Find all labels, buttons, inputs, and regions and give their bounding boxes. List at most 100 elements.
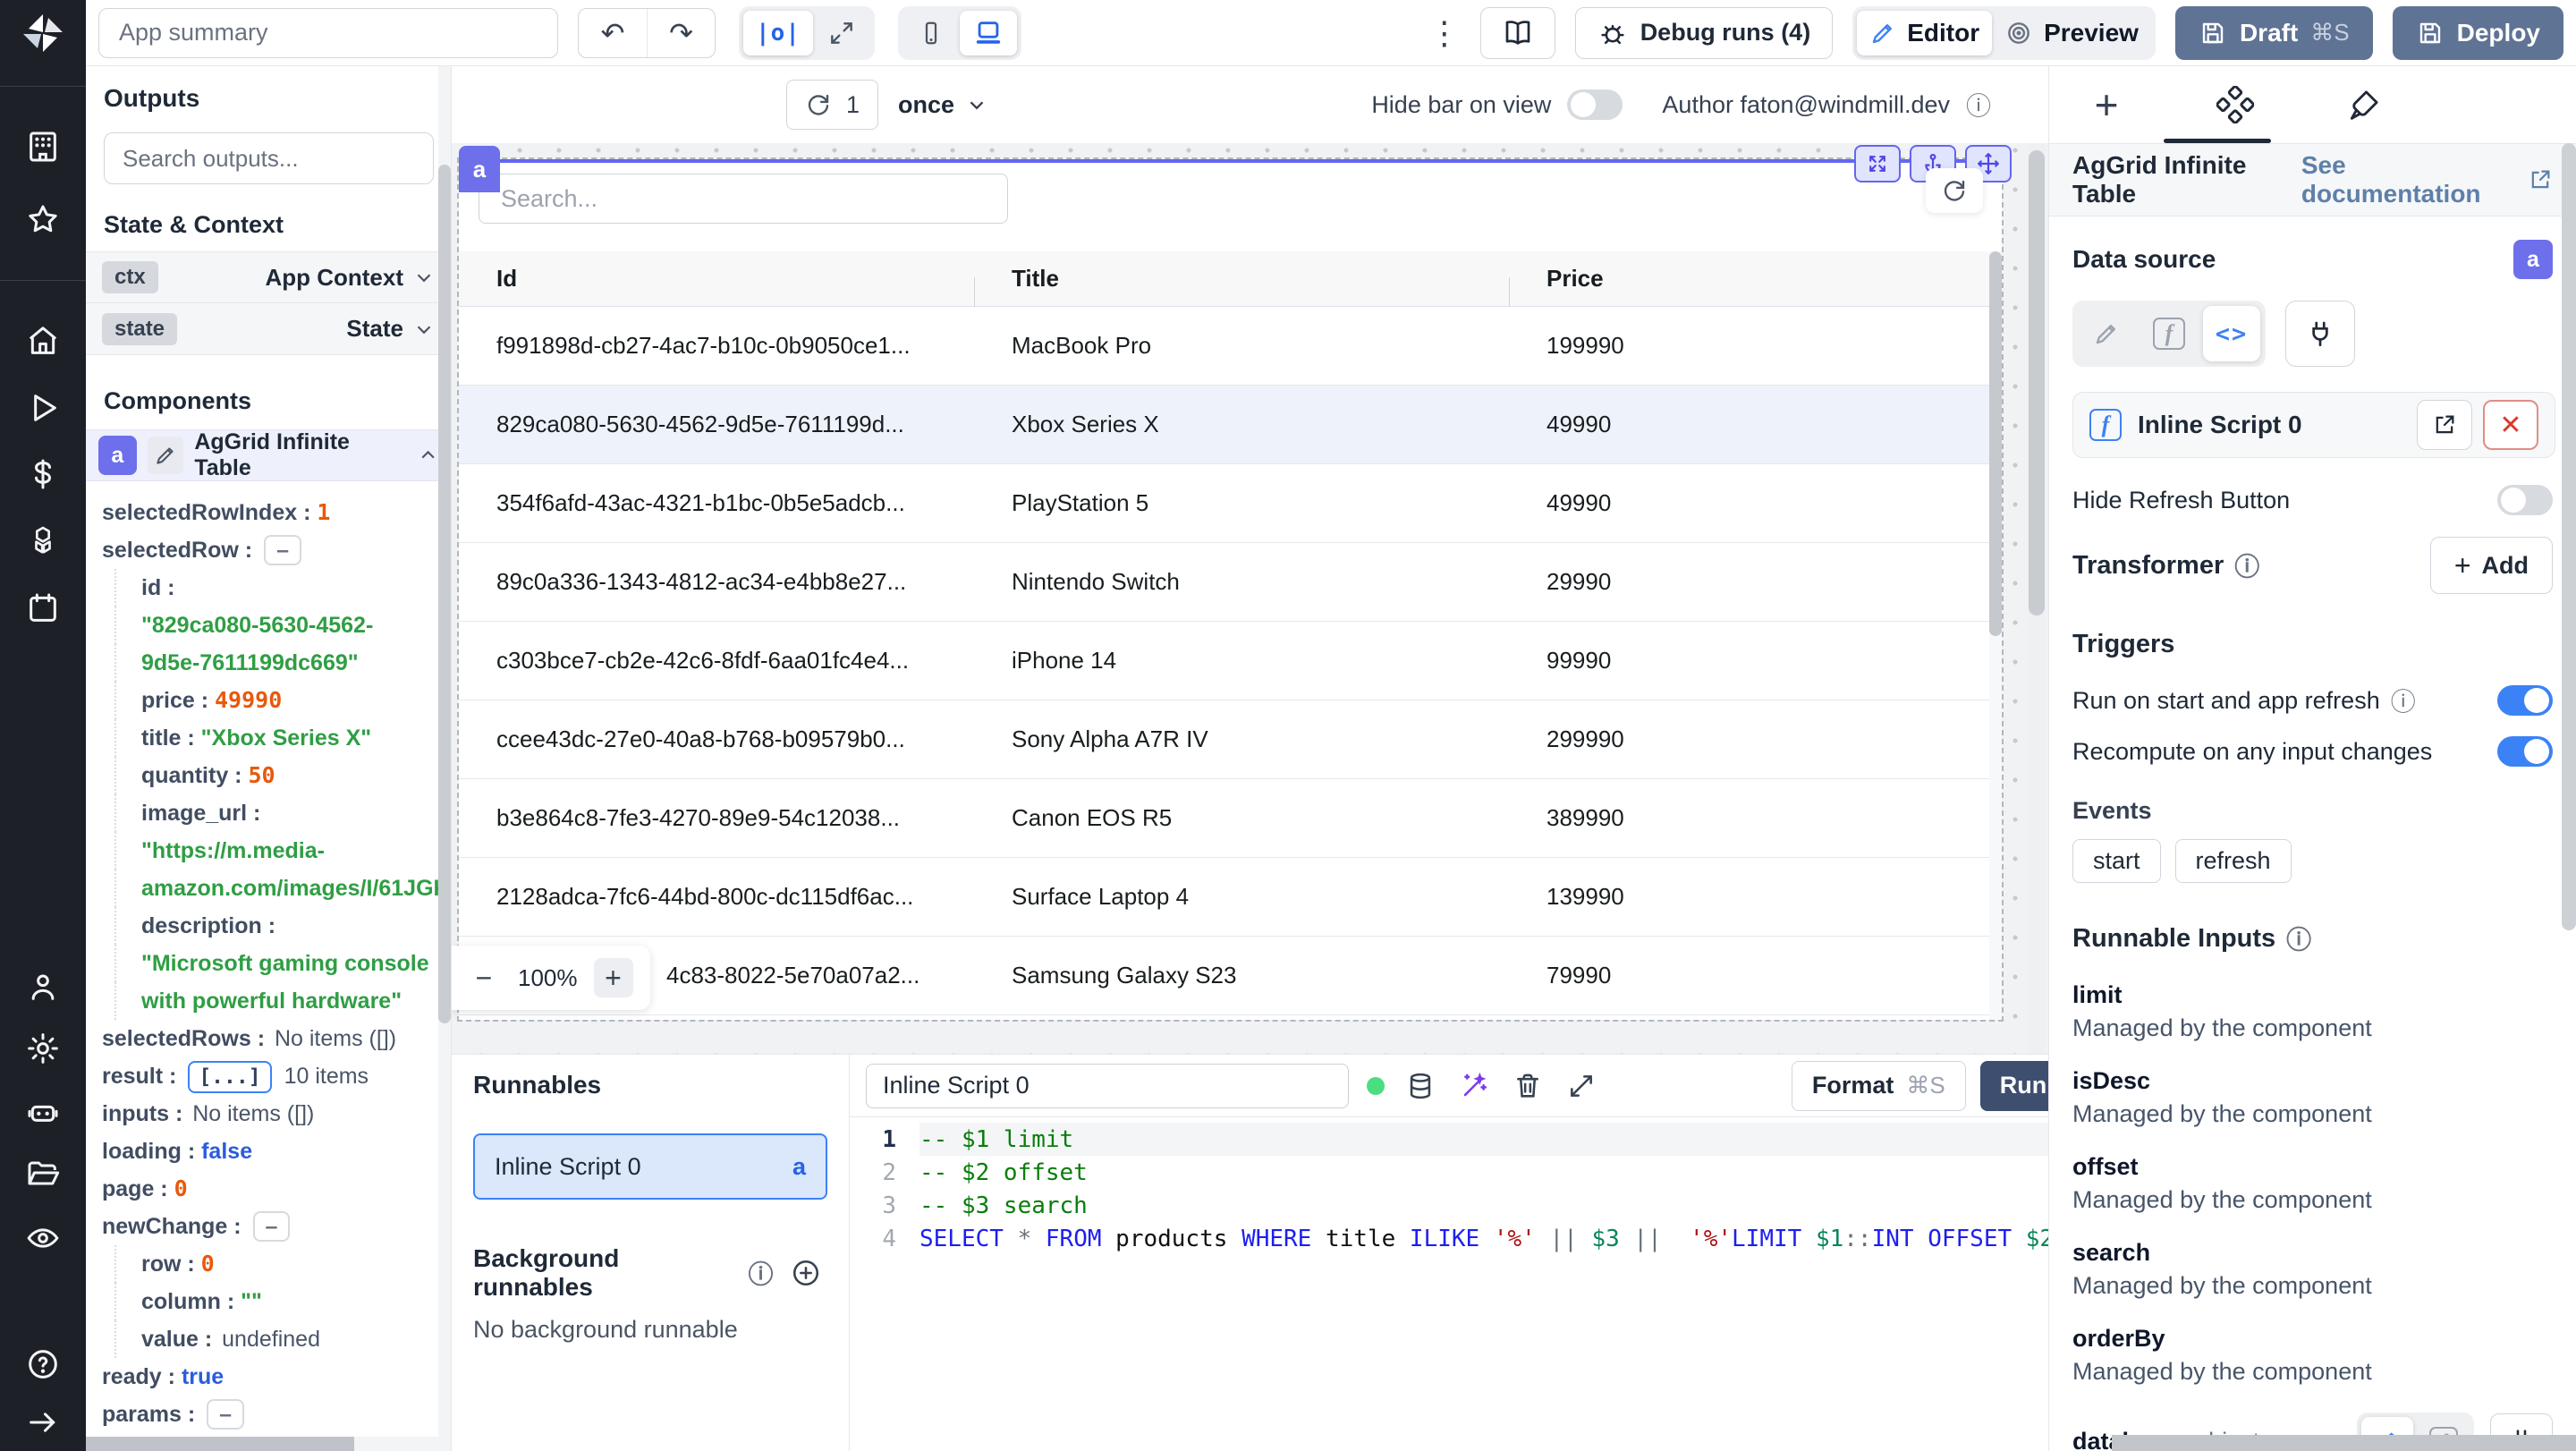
code-line[interactable]: 4 SELECT * FROM products WHERE title ILIK…: [850, 1222, 2138, 1255]
database-icon-button[interactable]: [1402, 1068, 1438, 1104]
run-on-start-toggle[interactable]: [2497, 685, 2553, 716]
output-line[interactable]: id :: [114, 569, 451, 607]
table-scrollbar-track[interactable]: [1989, 251, 2002, 1020]
component-id-tag[interactable]: a: [459, 146, 500, 192]
event-chip-refresh[interactable]: refresh: [2174, 839, 2292, 883]
recompute-toggle[interactable]: [2497, 736, 2553, 767]
code-line[interactable]: 3 -- $3 search: [850, 1189, 2138, 1222]
canvas-scrollbar-thumb[interactable]: [2029, 150, 2045, 615]
table-row[interactable]: b3e864c8-7fe3-4270-89e9-54c12038... Canon…: [459, 779, 1989, 858]
table-row[interactable]: f991898d-cb27-4ac7-b10c-0b9050ce1... MacB…: [459, 307, 1989, 386]
output-line[interactable]: "Microsoft gaming console: [114, 945, 451, 982]
component-settings-tab[interactable]: [2214, 83, 2257, 126]
canvas-scrollbar-track[interactable]: [2029, 143, 2045, 1054]
docs-book-button[interactable]: [1479, 6, 1555, 59]
outputs-hscrollbar-thumb[interactable]: [86, 1437, 354, 1451]
output-line[interactable]: row : 0: [114, 1245, 451, 1283]
outputs-scrollbar-track[interactable]: [438, 66, 451, 1451]
outputs-scrollbar-thumb[interactable]: [438, 165, 451, 1023]
output-line[interactable]: price : 49990: [114, 682, 451, 719]
add-background-runnable-button[interactable]: [784, 1251, 827, 1295]
static-pencil-button[interactable]: [2078, 306, 2135, 361]
redo-button[interactable]: ↷: [647, 8, 715, 57]
resources-cubes-icon[interactable]: [25, 523, 61, 559]
component-output-header[interactable]: a AgGrid Infinite Table: [86, 429, 451, 481]
format-button[interactable]: Format ⌘S: [1791, 1060, 1966, 1111]
output-line[interactable]: page : 0: [102, 1170, 451, 1208]
output-line[interactable]: description :: [114, 907, 451, 945]
code-lines[interactable]: 1 -- $1 limit 2 -- $2 offset 3 -- $3 search 4 S…: [850, 1117, 2139, 1255]
code-line[interactable]: 2 -- $2 offset: [850, 1156, 2138, 1189]
output-line[interactable]: params : –: [102, 1396, 451, 1433]
output-line[interactable]: value : undefined: [114, 1320, 451, 1358]
app-summary-input[interactable]: [98, 7, 558, 58]
draft-button[interactable]: Draft ⌘S: [2174, 5, 2373, 60]
state-row[interactable]: state State: [86, 303, 451, 355]
output-line[interactable]: 9d5e-7611199dc669": [114, 644, 451, 682]
tab-preview[interactable]: Preview: [1992, 11, 2151, 55]
audit-eye-icon[interactable]: [25, 1220, 61, 1256]
rename-pencil-icon[interactable]: [147, 437, 184, 474]
styling-tab[interactable]: [2343, 83, 2385, 126]
outputs-hscrollbar-track[interactable]: [86, 1437, 451, 1451]
table-row[interactable]: c303bce7-cb2e-42c6-8fdf-6aa01fc4e4... iPh…: [459, 622, 1989, 700]
output-line[interactable]: selectedRowIndex : 1: [102, 494, 451, 531]
workspace-icon[interactable]: [25, 129, 61, 165]
script-name-input[interactable]: [866, 1063, 1349, 1108]
expand-component-button[interactable]: [1854, 145, 1901, 182]
table-row[interactable]: 4c83-8022-5e70a07a2... Samsung Galaxy S23…: [459, 937, 1989, 1015]
debug-runs-button[interactable]: Debug runs (4): [1574, 6, 1834, 59]
mobile-view-button[interactable]: [902, 11, 960, 55]
favorites-star-icon[interactable]: [25, 202, 61, 238]
connect-plug-button[interactable]: [2285, 301, 2355, 367]
delete-trash-button[interactable]: [1510, 1068, 1546, 1104]
table-search-input[interactable]: [479, 174, 1008, 224]
table-row[interactable]: 89c0a336-1343-4812-ac34-e4bb8e27... Ninte…: [459, 543, 1989, 622]
app-canvas[interactable]: a Id Title Price f991898d-cb27-4ac7-b10c…: [452, 143, 2048, 1054]
output-line[interactable]: ready : true: [102, 1358, 451, 1396]
help-icon[interactable]: [25, 1346, 61, 1382]
users-person-icon[interactable]: [25, 969, 61, 1005]
output-line[interactable]: "829ca080-5630-4562-: [114, 607, 451, 644]
linked-script-row[interactable]: f Inline Script 0 ✕: [2072, 392, 2555, 458]
desktop-view-button[interactable]: [959, 10, 1017, 55]
see-documentation-link[interactable]: See documentation: [2301, 151, 2553, 208]
output-line[interactable]: selectedRows : No items ([]): [102, 1020, 451, 1057]
more-menu-button[interactable]: ⋮: [1428, 16, 1461, 49]
output-line[interactable]: loading : false: [102, 1133, 451, 1170]
settings-hscrollbar-thumb[interactable]: [2112, 1435, 2576, 1451]
refresh-count-box[interactable]: 1: [786, 80, 879, 130]
column-header-title[interactable]: Title: [974, 265, 1509, 308]
add-component-tab[interactable]: +: [2085, 81, 2128, 128]
settings-scrollbar-thumb[interactable]: [2562, 143, 2576, 930]
billing-dollar-icon[interactable]: [25, 456, 61, 492]
schedules-calendar-icon[interactable]: [25, 590, 61, 626]
runnable-item-inline-script-0[interactable]: Inline Script 0 a: [473, 1133, 827, 1200]
ai-robot-icon[interactable]: [25, 1095, 61, 1131]
folders-icon[interactable]: [25, 1157, 61, 1192]
event-chip-start[interactable]: start: [2072, 839, 2161, 883]
component-refresh-button[interactable]: [1926, 168, 1983, 213]
centered-layout-button[interactable]: |o|: [743, 10, 813, 55]
tab-editor[interactable]: Editor: [1857, 10, 1993, 55]
info-icon[interactable]: ⓘ: [749, 1255, 774, 1291]
expand-editor-button[interactable]: [1563, 1068, 1599, 1104]
undo-button[interactable]: ↶: [579, 9, 647, 57]
zoom-out-button[interactable]: −: [466, 962, 502, 995]
ai-wand-button[interactable]: [1456, 1068, 1492, 1104]
windmill-logo[interactable]: [21, 11, 64, 54]
table-row[interactable]: 354f6afd-43ac-4321-b1bc-0b5e5adcb... Play…: [459, 464, 1989, 543]
hide-refresh-toggle[interactable]: [2497, 485, 2553, 515]
eval-code-button[interactable]: <>: [2203, 306, 2260, 361]
interval-dropdown[interactable]: once: [898, 91, 988, 119]
table-scrollbar-thumb[interactable]: [1989, 251, 2002, 636]
collapse-arrow-icon[interactable]: [25, 1404, 61, 1440]
deploy-button[interactable]: Deploy: [2392, 5, 2563, 60]
settings-gear-icon[interactable]: [25, 1031, 61, 1066]
column-header-price[interactable]: Price: [1509, 265, 1989, 308]
table-row[interactable]: 829ca080-5630-4562-9d5e-7611199d... Xbox …: [459, 386, 1989, 464]
chevron-down-icon[interactable]: [412, 266, 436, 289]
output-line[interactable]: selectedRow : –: [102, 531, 451, 569]
info-icon[interactable]: ⓘ: [2234, 547, 2259, 583]
hide-bar-toggle[interactable]: [1567, 89, 1623, 120]
